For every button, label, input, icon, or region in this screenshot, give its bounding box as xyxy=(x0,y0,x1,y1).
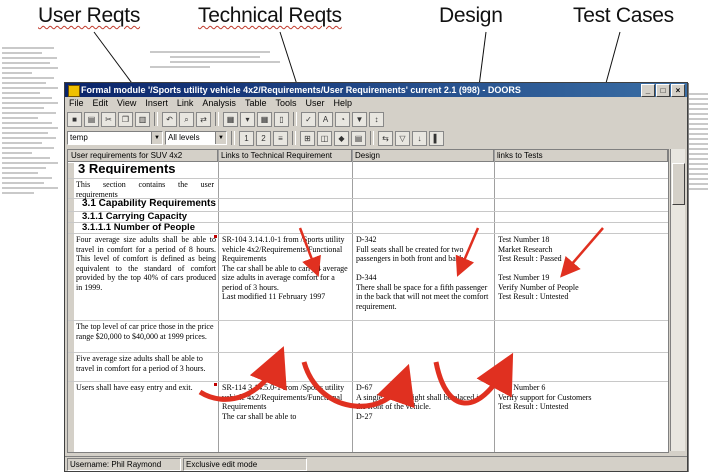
attribute-icon[interactable]: ◆ xyxy=(334,130,349,146)
toolbar-view: temp ▼ All levels ▼ 1 2 ≡ ⊞ ◫ ◆ ▤ ⇆ ▽ ↓ ▌ xyxy=(67,129,685,147)
filter-on-icon[interactable]: ▽ xyxy=(395,130,410,146)
menu-user[interactable]: User xyxy=(305,97,324,109)
design-4[interactable]: D-67 A single interior light shall be pl… xyxy=(356,383,492,421)
spell-icon[interactable]: A xyxy=(318,111,333,127)
change-bar-icon[interactable]: ▌ xyxy=(429,130,444,146)
heading-capability[interactable]: 3.1 Capability Requirements xyxy=(82,199,218,209)
menu-link[interactable]: Link xyxy=(177,97,194,109)
status-bar: Username: Phil Raymond Exclusive edit mo… xyxy=(65,456,687,471)
insert-below-icon[interactable]: ▾ xyxy=(240,111,255,127)
link-marker xyxy=(214,383,217,386)
background-document-left xyxy=(2,44,60,304)
column-header-technical-links[interactable]: Links to Technical Requirement xyxy=(218,150,352,162)
menu-view[interactable]: View xyxy=(117,97,136,109)
sort-on-icon[interactable]: ↓ xyxy=(412,130,427,146)
tree-icon[interactable]: ⊞ xyxy=(300,130,315,146)
menu-tools[interactable]: Tools xyxy=(275,97,296,109)
column-header-test-links[interactable]: links to Tests xyxy=(494,150,668,162)
level-1-icon[interactable]: 1 xyxy=(239,130,254,146)
tech-req-4[interactable]: SR-114 3.14.5.0-1 from /Sports utility v… xyxy=(222,383,350,421)
cut-icon[interactable]: ✂ xyxy=(101,111,116,127)
heading-requirements[interactable]: 3 Requirements xyxy=(78,164,216,174)
status-edit-mode: Exclusive edit mode xyxy=(183,458,307,471)
check-icon[interactable]: ✓ xyxy=(301,111,316,127)
user-req-4[interactable]: Users shall have easy entry and exit. xyxy=(76,383,216,393)
menu-bar: File Edit View Insert Link Analysis Tabl… xyxy=(65,97,687,109)
copy-icon[interactable]: ❐ xyxy=(118,111,133,127)
background-document-right xyxy=(688,90,708,390)
levels-combo[interactable]: All levels ▼ xyxy=(165,131,227,145)
link-marker xyxy=(214,235,217,238)
doors-app-icon xyxy=(68,85,80,97)
test-4[interactable]: Test Number 6 Verify support for Custome… xyxy=(498,383,648,412)
outline-icon[interactable]: ≡ xyxy=(273,130,288,146)
graphics-icon[interactable]: ◫ xyxy=(317,130,332,146)
maximize-button[interactable]: □ xyxy=(656,84,670,97)
scroll-thumb[interactable] xyxy=(672,163,685,205)
sort-icon[interactable]: ↕ xyxy=(369,111,384,127)
layout-icon[interactable]: ▤ xyxy=(351,130,366,146)
menu-edit[interactable]: Edit xyxy=(93,97,109,109)
column-header-design[interactable]: Design xyxy=(352,150,494,162)
table-icon[interactable]: ▦ xyxy=(257,111,272,127)
history-icon[interactable]: ◔ xyxy=(335,111,350,127)
test-1[interactable]: Test Number 18 Market Research Test Resu… xyxy=(498,235,648,302)
heading-carrying-capacity[interactable]: 3.1.1 Carrying Capacity xyxy=(82,212,218,222)
paste-icon[interactable]: ▥ xyxy=(135,111,150,127)
menu-insert[interactable]: Insert xyxy=(145,97,168,109)
link-icon[interactable]: ⇄ xyxy=(196,111,211,127)
design-1[interactable]: D-342 Full seats shall be created for tw… xyxy=(356,235,492,311)
doors-window: Formal module '/Sports utility vehicle 4… xyxy=(64,82,688,472)
print-icon[interactable]: ▤ xyxy=(84,111,99,127)
undo-icon[interactable]: ↶ xyxy=(162,111,177,127)
intro-text[interactable]: This section contains the user requireme… xyxy=(76,180,214,199)
show-links-icon[interactable]: ⇆ xyxy=(378,130,393,146)
menu-file[interactable]: File xyxy=(69,97,84,109)
status-username: Username: Phil Raymond xyxy=(67,458,181,471)
heading-number-of-people[interactable]: 3.1.1.1 Number of People xyxy=(82,223,218,233)
filter-icon[interactable]: ▼ xyxy=(352,111,367,127)
window-title: Formal module '/Sports utility vehicle 4… xyxy=(81,85,521,95)
save-icon[interactable]: ■ xyxy=(67,111,82,127)
insert-object-icon[interactable]: ▦ xyxy=(223,111,238,127)
title-bar: Formal module '/Sports utility vehicle 4… xyxy=(65,83,687,97)
tech-req-1[interactable]: SR-104 3.14.1.0-1 from /Sports utility v… xyxy=(222,235,350,302)
selection-bar[interactable] xyxy=(68,163,74,452)
user-req-3[interactable]: Five average size adults shall be able t… xyxy=(76,354,216,373)
menu-analysis[interactable]: Analysis xyxy=(202,97,236,109)
background-document-top xyxy=(150,48,690,80)
close-button[interactable]: × xyxy=(671,84,685,97)
user-req-1[interactable]: Four average size adults shall be able t… xyxy=(76,235,216,292)
vertical-scrollbar[interactable] xyxy=(670,149,685,451)
toolbar-main: ■ ▤ ✂ ❐ ▥ ↶ ⌕ ⇄ ▦ ▾ ▦ ▯ ✓ A ◔ ▼ ↕ xyxy=(67,110,685,128)
column-icon[interactable]: ▯ xyxy=(274,111,289,127)
menu-table[interactable]: Table xyxy=(245,97,267,109)
requirements-grid: User requirements for SUV 4x2 Links to T… xyxy=(67,149,669,453)
menu-help[interactable]: Help xyxy=(333,97,352,109)
view-combo[interactable]: temp ▼ xyxy=(67,131,163,145)
find-icon[interactable]: ⌕ xyxy=(179,111,194,127)
column-header-user-reqs[interactable]: User requirements for SUV 4x2 xyxy=(68,150,218,162)
user-req-2[interactable]: The top level of car price those in the … xyxy=(76,322,216,341)
level-2-icon[interactable]: 2 xyxy=(256,130,271,146)
minimize-button[interactable]: _ xyxy=(641,84,655,97)
